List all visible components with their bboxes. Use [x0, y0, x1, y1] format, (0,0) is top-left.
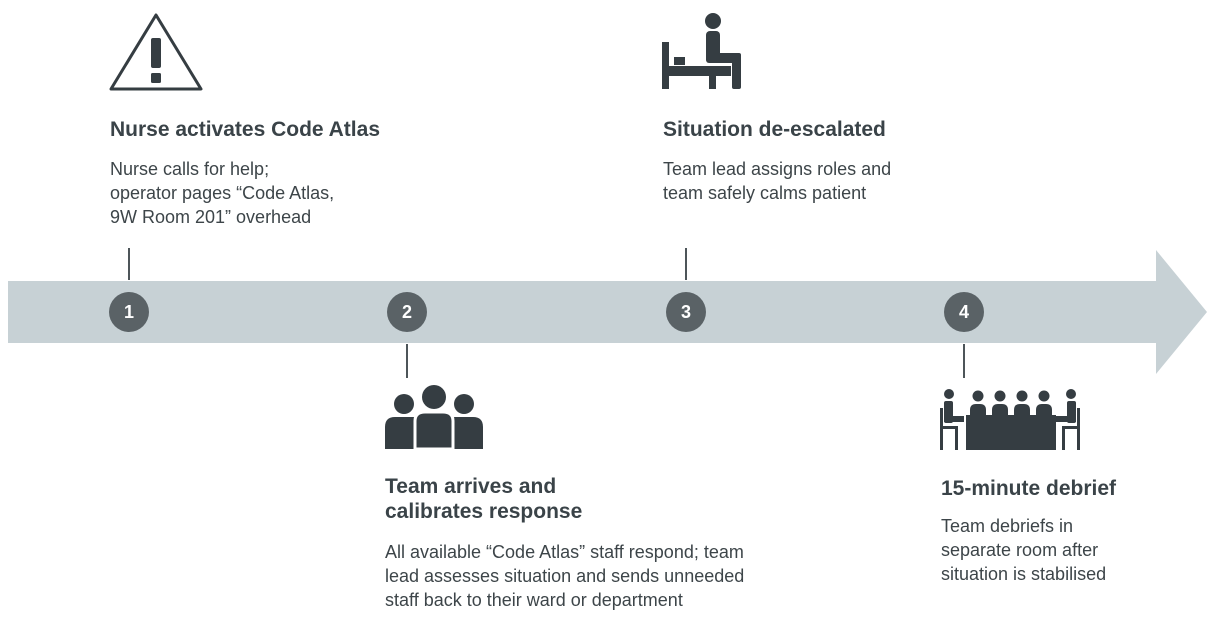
- team-icon: [385, 385, 483, 449]
- step-1-title: Nurse activates Code Atlas: [110, 118, 380, 141]
- step-4-connector: [963, 344, 965, 378]
- step-4-description: Team debriefs in separate room after sit…: [941, 516, 1107, 584]
- step-3-connector: [685, 248, 687, 280]
- step-3-title: Situation de-escalated: [663, 118, 886, 141]
- step-3-badge: 3: [666, 292, 706, 332]
- step-2-connector: [406, 344, 408, 378]
- timeline-arrow-shape: [8, 250, 1207, 374]
- step-2-description: All available “Code Atlas” staff respond…: [385, 542, 745, 610]
- step-4-badge: 4: [944, 292, 984, 332]
- meeting-table-icon: [940, 389, 1080, 450]
- step-3-description: Team lead assigns roles and team safely …: [663, 159, 892, 203]
- step-2-badge: 2: [387, 292, 427, 332]
- patient-bed-icon: [662, 13, 741, 89]
- step-2-title: Team arrives and calibrates response: [385, 475, 583, 523]
- warning-icon: [109, 13, 203, 91]
- step-1-description: Nurse calls for help; operator pages “Co…: [110, 159, 335, 227]
- step-1-badge: 1: [109, 292, 149, 332]
- step-1-connector: [128, 248, 130, 280]
- step-4-title: 15-minute debrief: [941, 477, 1117, 500]
